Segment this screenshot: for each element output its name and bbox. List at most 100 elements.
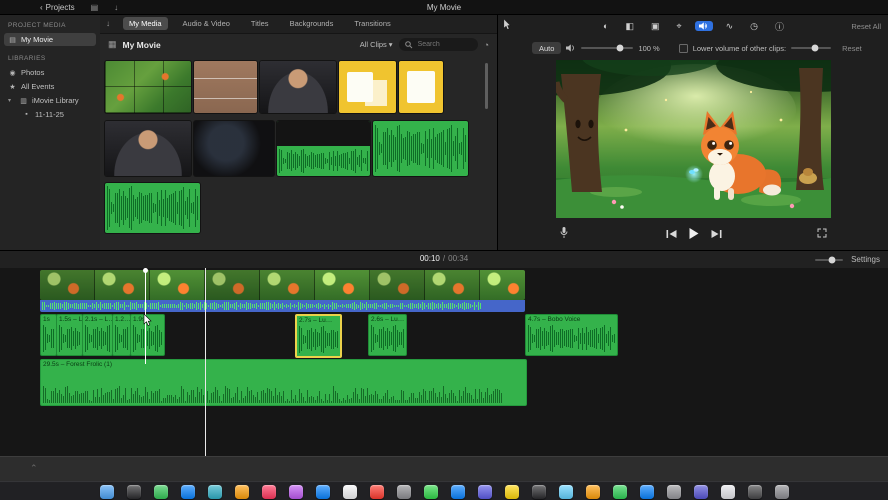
thumbnail-grid: [100, 55, 497, 251]
stabilization-icon[interactable]: ⌖: [672, 20, 685, 33]
zoom-slider[interactable]: [815, 256, 844, 263]
search-icon: [404, 40, 412, 48]
reset-all-button[interactable]: Reset All: [851, 22, 881, 31]
dock-app-icon-5[interactable]: [207, 484, 222, 499]
dock-app-icon-25[interactable]: [747, 484, 762, 499]
sidebar-item-all-events[interactable]: ★ All Events: [4, 80, 96, 93]
tab-backgrounds[interactable]: Backgrounds: [284, 17, 340, 30]
dock-app-icon-17[interactable]: [531, 484, 546, 499]
dock-app-icon-13[interactable]: [423, 484, 438, 499]
media-thumbnail-forest[interactable]: [105, 61, 191, 113]
media-thumbnail-slide[interactable]: [339, 61, 396, 113]
media-thumbnail-audio[interactable]: [373, 121, 468, 176]
sidebar-item-my-movie[interactable]: ▤ My Movie: [4, 33, 96, 46]
clip-filter-dropdown[interactable]: All Clips ▾: [360, 40, 393, 49]
dock-app-icon-8[interactable]: [288, 484, 303, 499]
media-thumbnail-portrait[interactable]: [105, 121, 191, 176]
dock-app-icon-19[interactable]: [585, 484, 600, 499]
audio-clip[interactable]: 2.1s – L…: [82, 314, 113, 356]
tab-audio-video[interactable]: Audio & Video: [177, 17, 236, 30]
dock-app-icon-4[interactable]: [180, 484, 195, 499]
audio-clip[interactable]: 1.5s – L…: [56, 314, 83, 356]
sidebar-item-photos[interactable]: ◉ Photos: [4, 66, 96, 79]
color-balance-icon[interactable]: ◐: [599, 20, 612, 32]
lower-volume-checkbox[interactable]: [678, 43, 688, 53]
dock-app-icon-16[interactable]: [504, 484, 519, 499]
dock-app-icon-26[interactable]: [774, 484, 789, 499]
fullscreen-icon[interactable]: [817, 228, 827, 238]
clip-label: 2.1s – L…: [85, 316, 112, 323]
video-clip-track[interactable]: [40, 270, 525, 300]
media-browser: ↓ My Media Audio & Video Titles Backgrou…: [100, 14, 497, 251]
audio-clip[interactable]: 4.7s – Bobo Voice: [525, 314, 618, 356]
media-thumbnail-portrait[interactable]: [260, 61, 336, 113]
sidebar-item-imovie-library[interactable]: ▾ ▥ iMovie Library: [4, 94, 96, 107]
settings-button[interactable]: Settings: [851, 255, 880, 264]
dock-app-icon-24[interactable]: [720, 484, 735, 499]
chevron-down-icon[interactable]: ▾: [8, 97, 15, 104]
timeline-tracks: 1s1.5s – L…2.1s – L…1.2…1.9s…2.7s – Lu…2…: [0, 268, 888, 456]
volume-slider[interactable]: [581, 44, 634, 52]
pointer-icon[interactable]: [503, 19, 511, 30]
browser-options-icon[interactable]: ◔: [484, 40, 489, 50]
dock-app-icon-23[interactable]: [693, 484, 708, 499]
dock-app-icon-2[interactable]: [126, 484, 141, 499]
dock-app-icon-21[interactable]: [639, 484, 654, 499]
microphone-icon[interactable]: [560, 227, 568, 239]
crop-icon[interactable]: ▣: [647, 20, 664, 33]
sidebar-item-label: iMovie Library: [32, 96, 79, 105]
sidebar-item-event-date[interactable]: ▪ 11-11-25: [4, 108, 96, 121]
dock-app-icon-22[interactable]: [666, 484, 681, 499]
media-thumbnail-card[interactable]: [194, 61, 257, 113]
info-icon[interactable]: ⓘ: [771, 19, 788, 34]
event-icon: ▪: [25, 111, 28, 118]
media-list-icon[interactable]: ▤: [91, 3, 99, 12]
grid-view-icon[interactable]: ▦: [108, 39, 117, 50]
audio-clip[interactable]: 2.6s – Lu…: [368, 314, 407, 356]
import-download-icon[interactable]: ↓: [114, 3, 118, 12]
media-thumbnail-audio[interactable]: [105, 183, 200, 233]
sidebar-item-label: 11-11-25: [35, 110, 64, 119]
playhead[interactable]: [205, 268, 206, 456]
dock-app-icon-15[interactable]: [477, 484, 492, 499]
search-input[interactable]: [415, 40, 472, 49]
dock-app-icon-20[interactable]: [612, 484, 627, 499]
dock-app-icon-9[interactable]: [315, 484, 330, 499]
browser-scrollbar[interactable]: [485, 63, 488, 109]
audio-clip[interactable]: 1.2…: [112, 314, 131, 356]
noise-reduction-icon[interactable]: ∿: [722, 20, 738, 33]
dock-app-icon-6[interactable]: [234, 484, 249, 499]
import-icon[interactable]: ↓: [106, 19, 110, 28]
imovie-window: ‹ Projects ▤ ↓ My Movie PROJECT MEDIA ▤ …: [0, 0, 888, 500]
lower-volume-slider[interactable]: [791, 44, 832, 52]
background-music-clip[interactable]: 29.5s – Forest Frolic (1): [40, 359, 527, 406]
media-thumbnail-slide2[interactable]: [399, 61, 443, 113]
tab-transitions[interactable]: Transitions: [348, 17, 396, 30]
media-thumbnail-mixed[interactable]: [277, 121, 370, 176]
next-frame-button[interactable]: [711, 229, 721, 238]
dock-app-icon-7[interactable]: [261, 484, 276, 499]
media-thumbnail-dark[interactable]: [194, 121, 274, 176]
volume-icon[interactable]: [694, 21, 713, 31]
previous-frame-button[interactable]: [666, 229, 676, 238]
search-box[interactable]: [398, 38, 478, 51]
dock-app-icon-12[interactable]: [396, 484, 411, 499]
tab-titles[interactable]: Titles: [245, 17, 275, 30]
dock-app-icon-3[interactable]: [153, 484, 168, 499]
dock-app-icon-14[interactable]: [450, 484, 465, 499]
dock-app-icon-11[interactable]: [369, 484, 384, 499]
audio-clip[interactable]: 1s: [40, 314, 57, 356]
auto-button[interactable]: Auto: [532, 42, 562, 54]
play-button[interactable]: [689, 228, 698, 239]
video-frame-thumbnail: [95, 270, 150, 300]
tab-my-media[interactable]: My Media: [123, 17, 168, 30]
dock-app-icon-1[interactable]: [99, 484, 114, 499]
audio-clip-selected[interactable]: 2.7s – Lu…: [295, 314, 342, 358]
dock-app-icon-10[interactable]: [342, 484, 357, 499]
video-audio-strip[interactable]: [40, 300, 525, 312]
dock-app-icon-18[interactable]: [558, 484, 573, 499]
projects-back-button[interactable]: ‹ Projects: [40, 3, 75, 12]
speed-icon[interactable]: ◷: [746, 20, 762, 33]
reset-button[interactable]: Reset: [842, 44, 862, 53]
color-correction-icon[interactable]: ◧: [621, 20, 638, 33]
